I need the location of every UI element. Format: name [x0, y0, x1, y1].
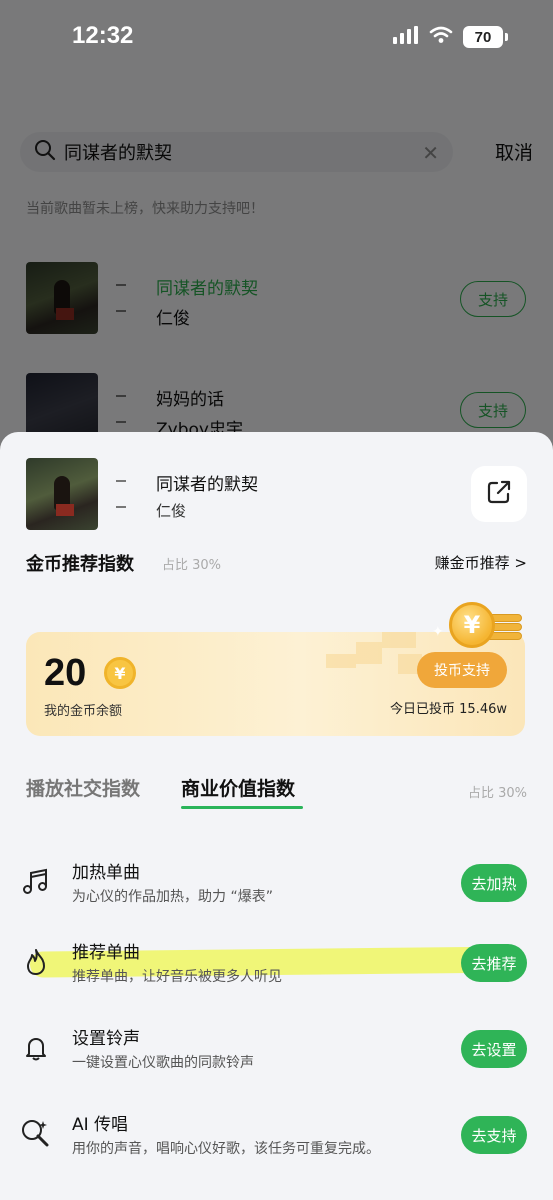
song-artist: 仁俊 [156, 309, 190, 329]
today-invested: 今日已投币 15.46w [390, 702, 507, 717]
support-sheet: 同谋者的默契 仁俊 金币推荐指数 占比 30% 赚金币推荐 > 20 ¥ 我的金… [0, 432, 553, 1200]
search-icon [34, 139, 56, 165]
task-item: AI 传唱 用你的声音，唱响心仪好歌，该任务可重复完成。 去支持 [20, 1106, 527, 1166]
task-item: 设置铃声 一键设置心仪歌曲的同款铃声 去设置 [20, 1020, 527, 1080]
status-time: 12:32 [72, 22, 134, 49]
tab-commercial-value[interactable]: 商业价值指数 [181, 774, 295, 801]
coin-icon: ¥ [104, 657, 136, 689]
heat-song-button[interactable]: 去加热 [461, 864, 527, 902]
coin-balance-amount: 20 [44, 652, 87, 694]
wifi-icon [429, 26, 453, 48]
song-title: 同谋者的默契 [156, 475, 258, 495]
invest-coin-button[interactable]: 投币支持 [417, 652, 507, 688]
task-item: 加热单曲 为心仪的作品加热，助力 “爆表” 去加热 [20, 854, 527, 914]
search-input[interactable]: 同谋者的默契 ✕ [20, 132, 453, 172]
coin-section-header: 金币推荐指数 占比 30% 赚金币推荐 > [26, 550, 527, 575]
support-button[interactable]: 支持 [460, 392, 526, 428]
ai-mic-icon [20, 1118, 52, 1150]
support-button[interactable]: 支持 [460, 281, 526, 317]
album-cover [26, 458, 98, 530]
earn-coins-link[interactable]: 赚金币推荐 > [435, 552, 527, 573]
task-title: 推荐单曲 [72, 943, 140, 963]
coin-balance-card: 20 ¥ 我的金币余额 投币支持 今日已投币 15.46w [26, 632, 525, 736]
task-desc: 为心仪的作品加热，助力 “爆表” [72, 889, 273, 905]
battery-icon: 70 [463, 26, 508, 48]
coin-section-title: 金币推荐指数 [26, 554, 134, 575]
active-tab-indicator [181, 806, 303, 809]
set-ringtone-button[interactable]: 去设置 [461, 1030, 527, 1068]
cancel-button[interactable]: 取消 [495, 138, 533, 165]
share-icon [485, 478, 513, 510]
task-item: 推荐单曲 推荐单曲，让好音乐被更多人听见 去推荐 [20, 934, 527, 994]
task-title: 设置铃声 [72, 1029, 140, 1049]
song-list-item[interactable]: 同谋者的默契 仁俊 支持 [26, 262, 526, 334]
clear-icon[interactable]: ✕ [422, 141, 439, 165]
bell-icon [20, 1032, 52, 1064]
album-cover [26, 262, 98, 334]
share-button[interactable] [471, 466, 527, 522]
sheet-song-info: 同谋者的默契 仁俊 [26, 458, 527, 530]
search-row: 同谋者的默契 ✕ 取消 [20, 132, 533, 172]
sparkle-icon: ✦ [432, 624, 444, 640]
coin-section-ratio: 占比 30% [162, 558, 222, 573]
signal-icon [393, 26, 419, 48]
tab-play-social[interactable]: 播放社交指数 [26, 774, 140, 801]
search-query: 同谋者的默契 [64, 143, 172, 164]
coin-balance-label: 我的金币余额 [44, 704, 123, 719]
task-title: 加热单曲 [72, 863, 140, 883]
task-desc: 推荐单曲，让好音乐被更多人听见 [72, 969, 282, 985]
song-title: 妈妈的话 [156, 390, 224, 410]
index-tabs: 播放社交指数 商业价值指数 占比 30% [26, 774, 527, 810]
ai-sing-support-button[interactable]: 去支持 [461, 1116, 527, 1154]
chart-notice: 当前歌曲暂未上榜，快来助力支持吧！ [26, 201, 264, 217]
music-note-icon [20, 866, 52, 898]
status-bar: 12:32 70 [0, 0, 553, 80]
status-icons: 70 [393, 26, 508, 48]
task-title: AI 传唱 [72, 1115, 129, 1135]
song-title: 同谋者的默契 [156, 279, 258, 299]
song-artist: 仁俊 [156, 502, 187, 520]
flame-icon [20, 946, 52, 978]
tab-ratio: 占比 30% [467, 786, 527, 801]
gold-coin-icon: ¥ [449, 602, 495, 648]
task-desc: 一键设置心仪歌曲的同款铃声 [72, 1055, 254, 1071]
recommend-song-button[interactable]: 去推荐 [461, 944, 527, 982]
task-desc: 用你的声音，唱响心仪好歌，该任务可重复完成。 [72, 1141, 380, 1157]
